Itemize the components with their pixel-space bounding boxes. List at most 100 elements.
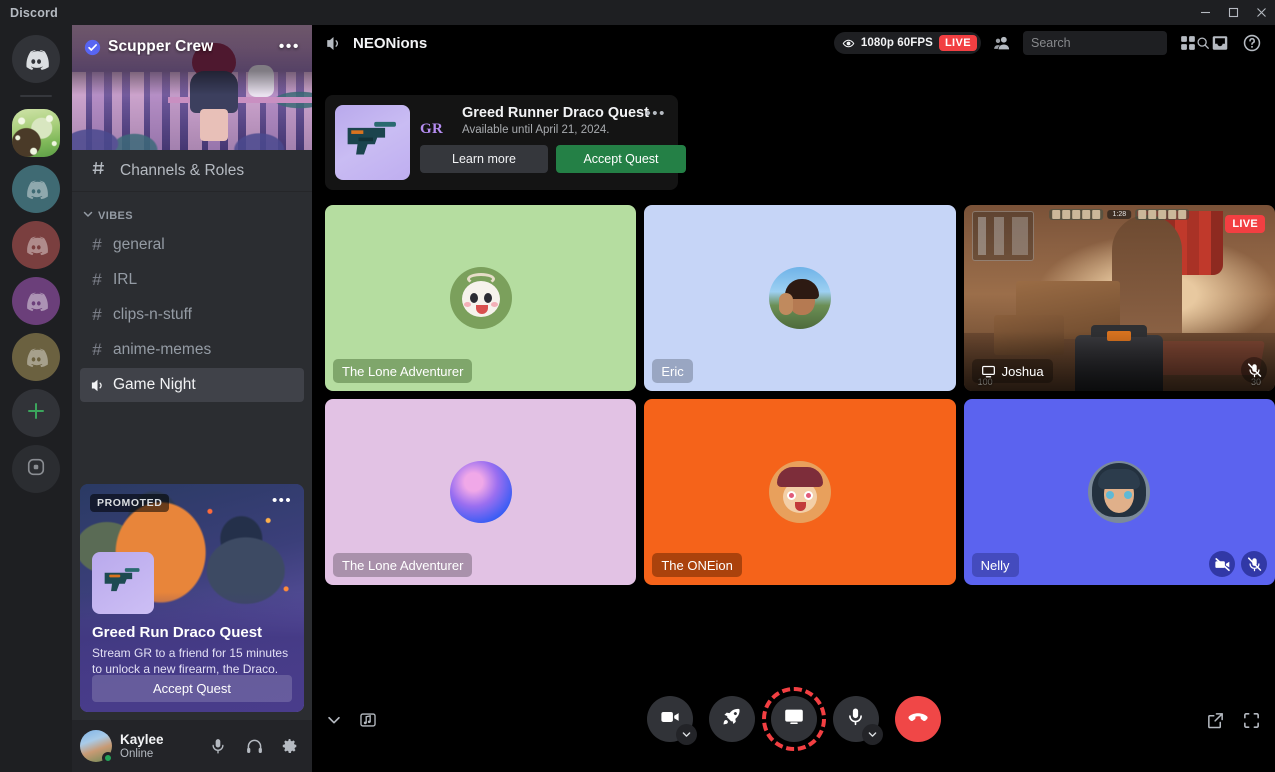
call-channel-name: NEONions [353,34,428,52]
channel-item-irl[interactable]: # IRL [80,263,304,297]
quest-banner[interactable]: GR Greed Runner Draco Quest Available un… [325,95,686,190]
call-header: NEONions 1080p 60FPS LIVE [312,25,1275,61]
firearm-icon [101,564,145,603]
channel-label: clips-n-stuff [113,306,192,323]
server-rail-item-2[interactable] [12,165,60,213]
learn-more-button[interactable]: Learn more [420,145,548,173]
members-icon[interactable] [991,32,1013,54]
participant-name-tag: Joshua [971,359,1053,383]
monitor-icon [981,364,996,379]
screen-share-button[interactable] [761,687,826,751]
camera-options-chevron-down-icon[interactable] [675,724,697,745]
promo-more-options-icon[interactable]: ••• [272,492,292,509]
promo-accept-quest-button[interactable]: Accept Quest [92,675,292,702]
plus-icon [25,400,47,427]
disconnect-button[interactable] [894,696,941,742]
discord-logo-icon [23,176,49,202]
search-input[interactable] [1031,36,1192,50]
maximize-icon[interactable] [1219,0,1247,25]
channel-category-vibes[interactable]: VIBES [72,192,312,227]
grid-view-icon[interactable] [1177,32,1199,54]
hash-icon: # [92,235,102,254]
accept-quest-button[interactable]: Accept Quest [556,145,686,173]
add-server-button[interactable] [12,389,60,437]
participant-name: The Lone Adventurer [342,363,464,379]
user-status-label: Online [120,747,154,760]
participant-badges [1241,357,1267,383]
participant-tile-the-lone-adventurer-1[interactable]: The Lone Adventurer [325,205,637,391]
firearm-icon [344,118,402,167]
compass-icon [26,457,46,482]
server-more-options-icon[interactable]: ••• [279,39,300,55]
explore-servers-button[interactable] [12,445,60,493]
channel-item-clips-n-stuff[interactable]: # clips-n-stuff [80,298,304,332]
user-name: Kaylee [120,731,164,747]
verified-badge-icon [84,39,101,56]
channel-item-game-night[interactable]: Game Night [80,368,304,402]
screen-share-icon [783,706,805,733]
promoted-ad-card[interactable]: PROMOTED ••• Greed Run Draco Quest Strea… [80,484,304,712]
inbox-icon[interactable] [1209,32,1231,54]
close-icon[interactable] [1247,0,1275,25]
quest-more-options-icon[interactable]: ••• [645,105,666,122]
game-round-timer: 1:28 [1107,210,1132,219]
participant-tile-the-oneion[interactable]: The ONEion [644,399,956,585]
server-rail-item-3[interactable] [12,221,60,269]
participant-grid: The Lone Adventurer Eric 1:28 LIVE Joshu… [325,205,1275,585]
live-badge: LIVE [1225,215,1265,233]
participant-name: Nelly [980,557,1010,573]
promo-description: Stream GR to a friend for 15 minutes to … [92,646,289,676]
activities-button[interactable] [708,696,755,742]
participant-tile-the-lone-adventurer-2[interactable]: The Lone Adventurer [325,399,637,585]
discord-logo-icon [22,45,50,73]
server-banner[interactable]: Scupper Crew ••• [72,25,312,150]
rail-divider [20,95,52,97]
fullscreen-icon[interactable] [1241,710,1261,730]
participant-name: Eric [661,363,684,379]
channel-item-anime-memes[interactable]: # anime-memes [80,333,304,367]
headset-icon[interactable] [240,732,268,760]
participant-name-tag: Eric [652,359,693,383]
stream-quality-badge[interactable]: 1080p 60FPS LIVE [833,32,981,54]
participant-name: Joshua [1001,363,1044,379]
server-rail-item-5[interactable] [12,333,60,381]
server-rail-item-home[interactable] [12,35,60,83]
channel-label: Game Night [113,376,196,393]
participant-tile-joshua[interactable]: 1:28 100 30 LIVE Joshua [963,205,1275,391]
channels-and-roles-item[interactable]: Channels & Roles [72,150,312,192]
app-name: Discord [10,5,58,20]
participant-tile-nelly[interactable]: Nelly [963,399,1275,585]
quest-availability: Available until April 21, 2024. [462,124,610,136]
popout-icon[interactable] [1205,710,1225,730]
toggle-camera-button[interactable] [646,696,697,745]
user-info[interactable]: Kaylee Online [120,732,196,761]
quest-actions: Learn more Accept Quest [420,145,686,173]
participant-name: The Lone Adventurer [342,557,464,573]
minimize-icon[interactable] [1191,0,1219,25]
gear-icon[interactable] [276,732,304,760]
channel-label: general [113,236,165,253]
quest-reward-artwork [335,105,410,180]
channel-item-general[interactable]: # general [80,228,304,262]
avatar[interactable] [80,730,114,764]
promo-reward-thumbnail [92,552,154,614]
chevron-down-icon [82,208,94,223]
quest-body: GR Greed Runner Draco Quest Available un… [420,105,686,180]
mic-options-chevron-down-icon[interactable] [861,724,883,745]
toggle-mute-button[interactable] [832,696,883,745]
call-secondary-right-controls [1205,710,1261,730]
server-header-row[interactable]: Scupper Crew ••• [72,25,312,69]
promo-title: Greed Run Draco Quest [92,624,263,641]
server-rail-item-scupper-crew[interactable] [12,109,60,157]
help-icon[interactable] [1241,32,1263,54]
call-header-actions: 1080p 60FPS LIVE [833,31,1263,55]
window-title-bar: Discord [0,0,1275,25]
search-box[interactable] [1023,31,1209,55]
promoted-badge: PROMOTED [90,494,170,512]
participant-tile-eric[interactable]: Eric [644,205,956,391]
server-name: Scupper Crew [108,38,214,55]
microphone-icon[interactable] [204,732,232,760]
server-rail-item-4[interactable] [12,277,60,325]
quest-brand-initials: GR [420,121,444,137]
participant-badges [1209,551,1267,577]
